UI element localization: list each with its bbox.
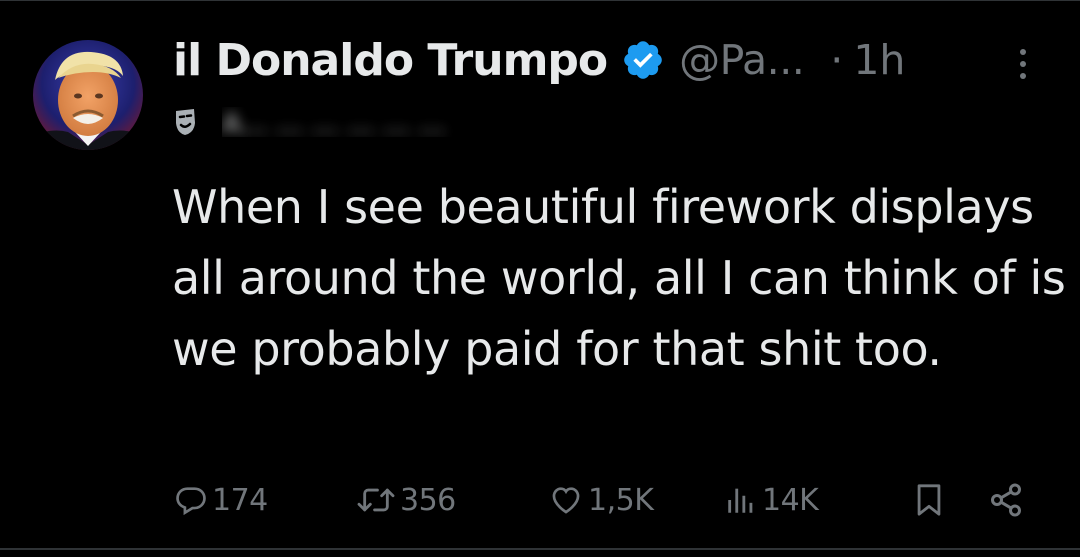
share-icon <box>988 482 1024 518</box>
avatar-image <box>33 40 143 150</box>
repost-icon <box>356 483 396 517</box>
reply-count: 174 <box>212 482 268 518</box>
bottom-divider <box>0 548 1080 550</box>
reply-icon <box>174 483 208 517</box>
affiliation-label: A... ... ... ... ... ... <box>222 107 642 137</box>
tweet-header: il Donaldo Trumpo @Pa... · 1h <box>173 30 905 90</box>
repost-button[interactable]: 356 <box>356 470 456 530</box>
views-button[interactable]: 14K <box>724 470 819 530</box>
views-count: 14K <box>762 482 819 518</box>
bookmark-icon <box>912 481 946 519</box>
separator-dot: · <box>830 36 844 84</box>
display-name[interactable]: il Donaldo Trumpo <box>173 35 608 86</box>
like-count: 1,5K <box>588 482 654 518</box>
affiliation-label-text: A... ... ... ... ... ... <box>222 107 446 137</box>
tweet-actions: 174 356 1,5K 14K <box>0 470 1080 530</box>
timestamp[interactable]: 1h <box>853 36 905 84</box>
bookmark-button[interactable] <box>912 470 946 530</box>
views-chart-icon <box>724 483 758 517</box>
share-button[interactable] <box>988 470 1024 530</box>
avatar[interactable] <box>33 40 143 150</box>
verified-badge-icon[interactable] <box>621 38 665 82</box>
heart-icon <box>548 483 584 517</box>
tweet-text: When I see beautiful firework displays a… <box>172 180 1066 376</box>
affiliation-row[interactable]: A... ... ... ... ... ... <box>174 102 642 142</box>
more-vertical-icon[interactable] <box>1008 44 1038 84</box>
repost-count: 356 <box>400 482 456 518</box>
like-button[interactable]: 1,5K <box>548 470 654 530</box>
reply-button[interactable]: 174 <box>174 470 268 530</box>
top-divider <box>0 0 1080 1</box>
theater-masks-icon <box>174 105 208 139</box>
handle[interactable]: @Pa... <box>679 36 805 84</box>
